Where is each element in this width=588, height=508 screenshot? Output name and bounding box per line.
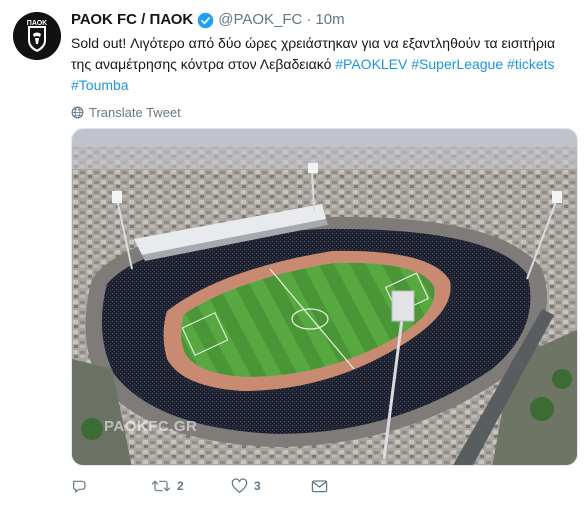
globe-icon — [71, 106, 84, 119]
retweet-button[interactable]: 2 — [151, 478, 231, 494]
envelope-icon — [311, 480, 328, 493]
paok-logo-icon: ΠΑΟΚ — [13, 12, 61, 60]
tweet-photo[interactable]: PAOKFC.GR — [71, 128, 578, 466]
verified-badge-icon — [197, 12, 214, 28]
tweet-content: ΡΑΟΚ FC / ΠΑΟΚ @PAOK_FC · 10m Sold out! … — [71, 10, 578, 120]
hashtag-link[interactable]: #Toumba — [71, 77, 129, 93]
like-count: 3 — [254, 479, 261, 493]
heart-icon — [231, 478, 248, 494]
tweet-timestamp[interactable]: 10m — [315, 10, 344, 30]
reply-icon — [73, 480, 86, 493]
tweet-card[interactable]: ΠΑΟΚ ΡΑΟΚ FC / ΠΑΟΚ @PAOK_FC · 10m Sold … — [0, 0, 588, 508]
hashtag-link[interactable]: #SuperLeague — [411, 56, 503, 72]
user-handle[interactable]: @PAOK_FC — [218, 10, 302, 30]
translate-tweet-link[interactable]: Translate Tweet — [71, 105, 578, 120]
like-button[interactable]: 3 — [231, 478, 311, 494]
reply-button[interactable] — [71, 478, 151, 494]
avatar-text: ΠΑΟΚ — [27, 20, 47, 27]
separator-dot: · — [306, 11, 312, 28]
stadium-aerial-image — [72, 129, 577, 465]
tweet-header: ΡΑΟΚ FC / ΠΑΟΚ @PAOK_FC · 10m — [71, 10, 578, 30]
hashtag-link[interactable]: #tickets — [507, 56, 554, 72]
retweet-count: 2 — [177, 479, 184, 493]
tweet-actions: 2 3 — [71, 478, 328, 494]
tweet-text: Sold out! Λιγότερο από δύο ώρες χρειάστη… — [71, 33, 571, 96]
translate-label: Translate Tweet — [89, 105, 181, 120]
retweet-icon — [151, 480, 171, 492]
direct-message-button[interactable] — [311, 478, 328, 494]
display-name[interactable]: ΡΑΟΚ FC / ΠΑΟΚ — [71, 10, 193, 30]
avatar[interactable]: ΠΑΟΚ — [13, 12, 61, 60]
photo-watermark: PAOKFC.GR — [104, 418, 198, 435]
hashtag-link[interactable]: #PAOKLEV — [335, 56, 407, 72]
